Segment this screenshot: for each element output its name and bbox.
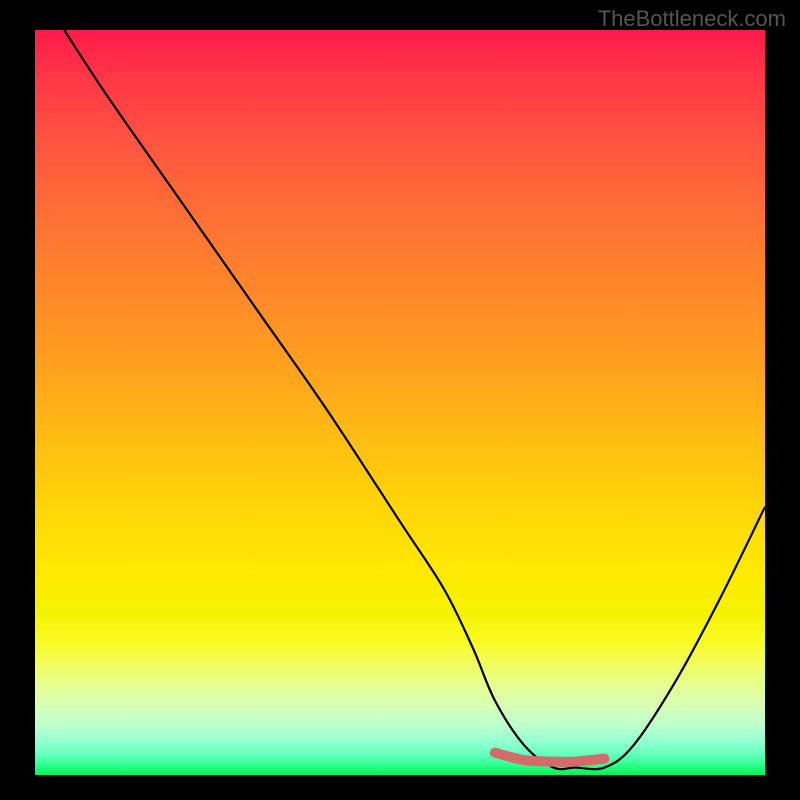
chart-container: TheBottleneck.com xyxy=(0,0,800,800)
optimal-range-marker xyxy=(495,753,605,762)
chart-overlay xyxy=(35,30,765,775)
watermark-text: TheBottleneck.com xyxy=(598,6,786,32)
plot-area xyxy=(35,30,765,775)
bottleneck-curve xyxy=(64,30,765,769)
